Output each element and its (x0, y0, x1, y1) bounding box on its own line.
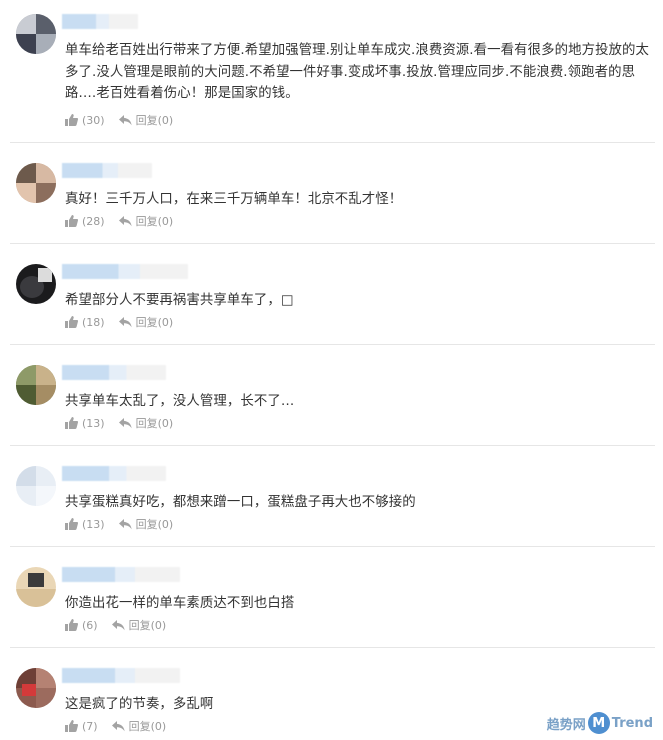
comment-item: 共享单车太乱了，没人管理，长不了… (13) 回复 (0) (0, 345, 663, 445)
comment-actions: (28) 回复 (0) (65, 213, 173, 229)
comment-text: 你造出花一样的单车素质达不到也白搭 (65, 596, 295, 611)
reply-button[interactable]: 回复 (0) (118, 314, 174, 330)
username-blurred[interactable] (62, 668, 180, 683)
comment-item: 单车给老百姓出行带来了方便.希望加强管理.别让单车成灾.浪费资源.看一看有很多的… (0, 0, 663, 142)
comment-item: 希望部分人不要再祸害共享单车了，□ (18) 回复 (0) (0, 244, 663, 344)
avatar[interactable] (16, 264, 56, 304)
avatar[interactable] (16, 466, 56, 506)
reply-label: 回复 (135, 114, 158, 127)
comment-text: 单车给老百姓出行带来了方便.希望加强管理.别让单车成灾.浪费资源.看一看有很多的… (65, 43, 650, 101)
like-count: (13) (82, 416, 105, 430)
reply-count: (0) (157, 315, 174, 329)
watermark-prefix: 趋势网 (546, 717, 586, 733)
reply-button[interactable]: 回复 (0) (111, 718, 167, 734)
thumbs-up-icon (65, 316, 78, 328)
username-blurred[interactable] (62, 365, 166, 380)
reply-label: 回复 (135, 316, 158, 329)
reply-label: 回复 (135, 417, 158, 430)
comment-text: 真好！三千万人口，在来三千万辆单车！北京不乱才怪！ (65, 192, 403, 207)
like-button[interactable]: (18) (65, 316, 105, 329)
reply-button[interactable]: 回复 (0) (118, 516, 174, 532)
reply-arrow-icon (118, 417, 132, 428)
like-button[interactable]: (6) (65, 619, 98, 632)
watermark: 趋势网 M Trend (547, 712, 653, 734)
comment-actions: (6) 回复 (0) (65, 617, 166, 633)
comment-actions: (30) 回复 (0) (65, 112, 173, 128)
avatar[interactable] (16, 668, 56, 708)
reply-label: 回复 (135, 518, 158, 531)
like-count: (13) (82, 517, 105, 531)
thumbs-up-icon (65, 417, 78, 429)
comment-item: 你造出花一样的单车素质达不到也白搭 (6) 回复 (0) (0, 547, 663, 647)
thumbs-up-icon (65, 215, 78, 227)
reply-button[interactable]: 回复 (0) (118, 415, 174, 431)
reply-label: 回复 (135, 215, 158, 228)
like-button[interactable]: (28) (65, 215, 105, 228)
avatar[interactable] (16, 567, 56, 607)
reply-count: (0) (150, 618, 167, 632)
avatar[interactable] (16, 163, 56, 203)
reply-count: (0) (157, 113, 174, 127)
reply-button[interactable]: 回复 (0) (118, 213, 174, 229)
reply-arrow-icon (111, 619, 125, 630)
comment-actions: (13) 回复 (0) (65, 415, 173, 431)
username-blurred[interactable] (62, 264, 188, 279)
thumbs-up-icon (65, 619, 78, 631)
comment-actions: (13) 回复 (0) (65, 516, 173, 532)
reply-arrow-icon (118, 518, 132, 529)
watermark-suffix: Trend (611, 715, 653, 731)
reply-button[interactable]: 回复 (0) (118, 112, 174, 128)
username-blurred[interactable] (62, 14, 138, 29)
thumbs-up-icon (65, 518, 78, 530)
comment-item: 真好！三千万人口，在来三千万辆单车！北京不乱才怪！ (28) 回复 (0) (0, 143, 663, 243)
like-count: (7) (82, 719, 98, 733)
reply-arrow-icon (111, 720, 125, 731)
like-button[interactable]: (13) (65, 518, 105, 531)
like-count: (30) (82, 113, 105, 127)
comment-actions: (18) 回复 (0) (65, 314, 173, 330)
reply-label: 回复 (128, 619, 151, 632)
avatar[interactable] (16, 365, 56, 405)
comment-item: 共享蛋糕真好吃，都想来蹭一口，蛋糕盘子再大也不够接的 (13) 回复 (0) (0, 446, 663, 546)
thumbs-up-icon (65, 114, 78, 126)
like-count: (28) (82, 214, 105, 228)
like-button[interactable]: (7) (65, 720, 98, 733)
like-count: (18) (82, 315, 105, 329)
comment-text: 希望部分人不要再祸害共享单车了，□ (65, 293, 294, 308)
avatar[interactable] (16, 14, 56, 54)
trend-logo-icon: M (587, 712, 610, 734)
watermark-logo-letter: M (592, 715, 606, 731)
comment-text: 共享单车太乱了，没人管理，长不了… (65, 394, 295, 409)
thumbs-up-icon (65, 720, 78, 732)
reply-label: 回复 (128, 720, 151, 733)
like-button[interactable]: (13) (65, 417, 105, 430)
reply-count: (0) (157, 416, 174, 430)
like-button[interactable]: (30) (65, 114, 105, 127)
username-blurred[interactable] (62, 163, 152, 178)
reply-button[interactable]: 回复 (0) (111, 617, 167, 633)
comment-actions: (7) 回复 (0) (65, 718, 166, 734)
reply-arrow-icon (118, 114, 132, 125)
username-blurred[interactable] (62, 567, 180, 582)
like-count: (6) (82, 618, 98, 632)
comment-text: 共享蛋糕真好吃，都想来蹭一口，蛋糕盘子再大也不够接的 (65, 495, 416, 510)
reply-arrow-icon (118, 215, 132, 226)
reply-arrow-icon (118, 316, 132, 327)
reply-count: (0) (157, 214, 174, 228)
username-blurred[interactable] (62, 466, 166, 481)
reply-count: (0) (150, 719, 167, 733)
reply-count: (0) (157, 517, 174, 531)
